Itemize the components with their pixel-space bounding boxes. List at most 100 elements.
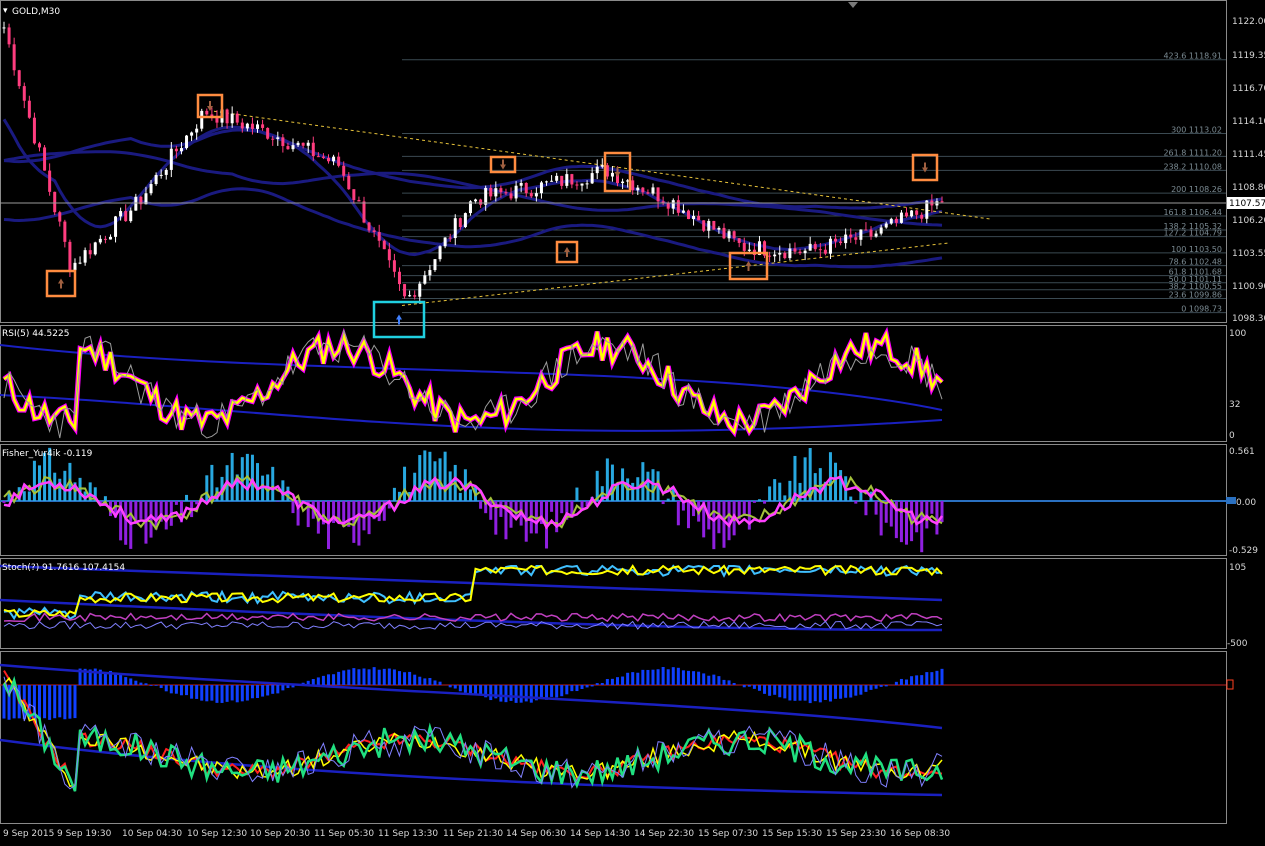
price-chart[interactable]: 423.6 1118.91 300 1113.02 261.8 1111.20 238… (0, 0, 1265, 846)
fisher-histogram-bar (367, 501, 371, 535)
candle-body (326, 157, 330, 162)
macd-histogram-bar (164, 685, 168, 692)
candle-body (494, 188, 498, 197)
fisher-histogram-bar (854, 501, 858, 504)
fisher-histogram-bar (468, 489, 472, 501)
macd-histogram-bar (818, 685, 822, 703)
macd-histogram-bar (686, 670, 690, 685)
fisher-histogram-bar (864, 501, 868, 516)
macd-histogram-bar (676, 667, 680, 685)
candle-body (641, 187, 645, 193)
candle-body (773, 254, 777, 257)
macd-histogram-bar (768, 685, 772, 696)
macd-histogram-bar (149, 685, 153, 686)
macd-histogram-bar (879, 685, 883, 687)
candle-body (134, 196, 138, 211)
candle-body (732, 231, 736, 239)
macd-histogram-bar (600, 682, 604, 685)
macd-histogram-bar (53, 685, 57, 719)
scroll-shift-marker-icon[interactable] (848, 2, 858, 8)
candle-body (408, 295, 412, 297)
fisher-histogram-bar (195, 501, 199, 505)
candle-body (737, 238, 741, 243)
candle-body (159, 174, 163, 176)
macd-histogram-bar (174, 685, 178, 694)
macd-histogram-bar (509, 685, 513, 701)
macd-histogram-bar (849, 685, 853, 698)
macd-histogram-bar (575, 685, 579, 692)
candle-body (621, 181, 625, 184)
fisher-histogram-bar (676, 501, 680, 526)
fisher-histogram-bar (859, 491, 863, 501)
fisher-histogram-bar (722, 501, 726, 548)
price-tick: 1108.80 (1232, 183, 1265, 193)
macd-histogram-bar (58, 685, 62, 718)
candle-body (534, 193, 538, 197)
macd-histogram-bar (778, 685, 782, 698)
macd-histogram-bar (377, 669, 381, 685)
macd-histogram-bar (266, 685, 270, 696)
fibonacci-levels: 423.6 1118.91 300 1113.02 261.8 1111.20 238… (402, 52, 1226, 314)
candle-body (418, 283, 422, 297)
fib-level-label: 100 1103.50 (1171, 245, 1222, 254)
macd-histogram-bar (392, 669, 396, 685)
time-tick: 16 Sep 08:30 (890, 829, 950, 839)
time-tick: 11 Sep 13:30 (378, 829, 438, 839)
macd-histogram-bar (783, 685, 787, 699)
macd-histogram-bar (63, 685, 67, 720)
candle-body (555, 175, 559, 181)
candle-body (362, 201, 366, 223)
macd-histogram-bar (210, 685, 214, 701)
candle-body (590, 173, 594, 184)
candle-body (256, 124, 260, 129)
macd-histogram-bar (43, 685, 47, 719)
collapse-arrow-icon[interactable]: ▾ (3, 6, 8, 16)
macd-histogram-bar (616, 677, 620, 685)
macd-histogram-bar (869, 685, 873, 690)
candle-body (636, 187, 640, 191)
candle-body (88, 250, 92, 255)
fib-level-label: 127.2 1104.79 (1163, 229, 1222, 238)
fisher-histogram-bar (499, 501, 503, 517)
macd-histogram-bar (190, 685, 194, 699)
candle-body (448, 237, 452, 239)
candle-body (63, 221, 67, 242)
macd-histogram-bar (631, 672, 635, 685)
macd-histogram-bar (894, 681, 898, 685)
fisher-histogram-bar (103, 496, 107, 501)
candle-body (387, 249, 391, 261)
candle-body (301, 142, 305, 146)
candle-body (357, 200, 361, 202)
price-tick: 1100.90 (1232, 282, 1265, 292)
candle-body (910, 210, 914, 217)
candle-body (58, 212, 62, 222)
macd-histogram-bar (352, 668, 356, 685)
candle-body (869, 229, 873, 237)
macd-histogram-bar (134, 680, 138, 685)
fisher-tick: 0.561 (1229, 447, 1255, 457)
macd-histogram-bar (798, 685, 802, 701)
candle-body (68, 241, 72, 271)
candle-body (529, 193, 533, 197)
candle-body (190, 132, 194, 136)
fisher-label: Fisher_Yur4ik -0.119 (2, 449, 93, 459)
time-tick: 15 Sep 07:30 (698, 829, 758, 839)
macd-histogram-bar (342, 670, 346, 685)
macd-histogram-bar (326, 674, 330, 685)
macd-histogram-bar (337, 671, 341, 685)
candle-body (403, 284, 407, 297)
macd-histogram-bar (179, 685, 183, 696)
candle-body (514, 185, 518, 199)
price-tick: 1111.45 (1232, 150, 1265, 160)
macd-histogram-bar (636, 672, 640, 685)
macd-histogram-bar (73, 685, 77, 719)
price-tick: 1103.55 (1232, 249, 1265, 259)
candle-body (849, 234, 853, 238)
macd-histogram-bar (666, 669, 670, 685)
candle-body (575, 184, 579, 186)
fisher-histogram-bar (139, 501, 143, 519)
candle-body (48, 170, 52, 192)
macd-histogram-bar (129, 678, 133, 685)
fisher-histogram-bar (27, 491, 31, 501)
stoch-tick: -500 (1227, 639, 1248, 649)
